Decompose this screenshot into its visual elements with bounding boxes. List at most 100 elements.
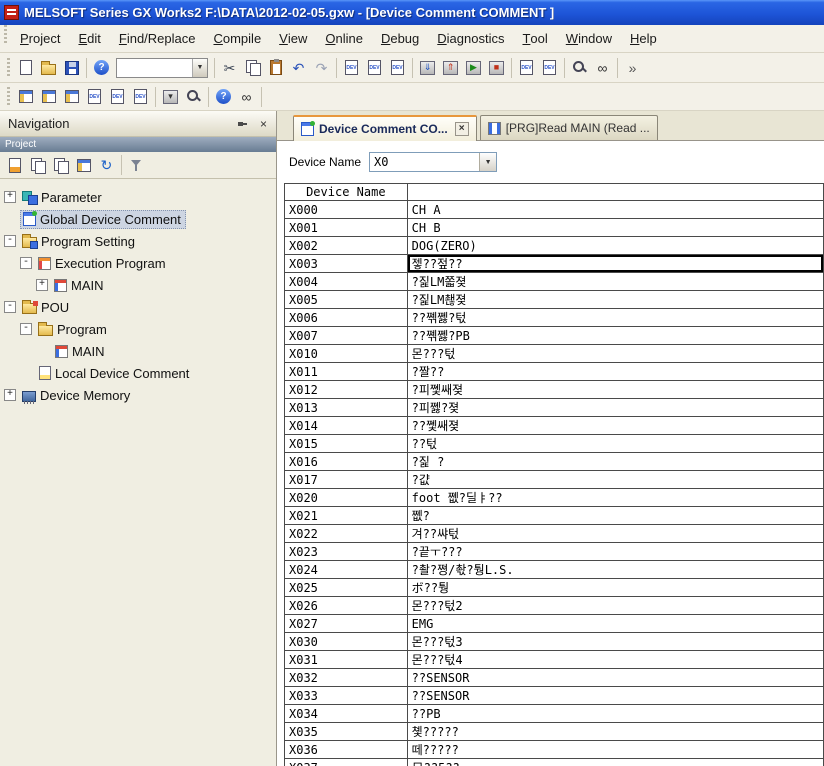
new-project-icon[interactable] xyxy=(14,56,37,79)
comment-cell[interactable]: 겨??쌰턳 xyxy=(407,525,823,543)
device-cell[interactable]: X027 xyxy=(285,615,408,633)
comment-cell[interactable]: ??SENSOR xyxy=(407,687,823,705)
comment-cell[interactable]: ??턳 xyxy=(407,435,823,453)
device-cell[interactable]: X003 xyxy=(285,255,408,273)
device-cell[interactable]: X016 xyxy=(285,453,408,471)
device-cell[interactable]: X007 xyxy=(285,327,408,345)
device-cell[interactable]: X032 xyxy=(285,669,408,687)
write-to-plc-icon[interactable]: ⇑ xyxy=(439,56,462,79)
new-data-icon[interactable] xyxy=(3,154,26,177)
menu-find-replace[interactable]: Find/Replace xyxy=(110,25,205,52)
menu-compile[interactable]: Compile xyxy=(204,25,270,52)
open-project-icon[interactable] xyxy=(37,56,60,79)
toolbar-more-icon[interactable]: » xyxy=(621,56,644,79)
comment-cell[interactable]: ??쪢쪯?PB xyxy=(407,327,823,345)
combo-dropdown-icon[interactable]: ▼ xyxy=(479,153,496,171)
device-cell[interactable]: X013 xyxy=(285,399,408,417)
device-cell[interactable]: X036 xyxy=(285,741,408,759)
comment-cell[interactable]: 몬???턳3 xyxy=(407,633,823,651)
monitor-start-icon[interactable]: ▶ xyxy=(462,56,485,79)
device-cell[interactable]: X024 xyxy=(285,561,408,579)
display-mode-icon[interactable]: ▾ xyxy=(159,85,182,108)
comment-cell[interactable]: ?걊 xyxy=(407,471,823,489)
expand-icon[interactable]: + xyxy=(36,279,48,291)
comment-cell[interactable]: ?피쪷쌔졎 xyxy=(407,381,823,399)
collapse-icon[interactable]: - xyxy=(20,323,32,335)
tree-item-local-device-comment[interactable]: Local Device Comment xyxy=(0,362,276,384)
device-cell[interactable]: X035 xyxy=(285,723,408,741)
device-cell[interactable]: X017 xyxy=(285,471,408,489)
tree-item-main[interactable]: +MAIN xyxy=(0,274,276,296)
device-cell[interactable]: X037 xyxy=(285,759,408,766)
device-cell[interactable]: X030 xyxy=(285,633,408,651)
comment-cell[interactable]: ?끝ㅜ??? xyxy=(407,543,823,561)
comment-cell[interactable]: ?짍LM쵆졎 xyxy=(407,291,823,309)
docking-window-icon[interactable] xyxy=(37,85,60,108)
simulation-start-icon[interactable]: DEV xyxy=(515,56,538,79)
menu-help[interactable]: Help xyxy=(621,25,666,52)
zoom-icon[interactable] xyxy=(568,56,591,79)
comment-cell[interactable]: ?짤?? xyxy=(407,363,823,381)
device-cell[interactable]: X006 xyxy=(285,309,408,327)
device-cell[interactable]: X014 xyxy=(285,417,408,435)
comment-cell[interactable]: CH B xyxy=(407,219,823,237)
device-cell[interactable]: X021 xyxy=(285,507,408,525)
tree-item-program[interactable]: -Program xyxy=(0,318,276,340)
device-display-icon[interactable]: DEV xyxy=(83,85,106,108)
project-window-icon[interactable] xyxy=(14,85,37,108)
device-cell[interactable]: X011 xyxy=(285,363,408,381)
device-cell[interactable]: X002 xyxy=(285,237,408,255)
paste-icon[interactable] xyxy=(264,56,287,79)
comment-cell[interactable]: 몬???턳 xyxy=(407,345,823,363)
close-icon[interactable]: × xyxy=(255,116,272,131)
device-memory-edit-icon[interactable]: DEV xyxy=(363,56,386,79)
comment-cell[interactable]: foot 쪲?딜ㅑ?? xyxy=(407,489,823,507)
comment-cell[interactable]: ?짍 ? xyxy=(407,453,823,471)
comment-cell[interactable]: CH A xyxy=(407,201,823,219)
tree-item-parameter[interactable]: +Parameter xyxy=(0,186,276,208)
comment-cell[interactable]: ?피쪯?졎 xyxy=(407,399,823,417)
device-cell[interactable]: X005 xyxy=(285,291,408,309)
find-icon[interactable]: ∞ xyxy=(591,56,614,79)
comment-cell[interactable]: 몬???턳4 xyxy=(407,651,823,669)
tree-item-execution-program[interactable]: -Execution Program xyxy=(0,252,276,274)
filter-user-icon[interactable] xyxy=(125,154,148,177)
comment-cell[interactable]: ボ??퉝 xyxy=(407,579,823,597)
comment-cell[interactable]: 몬???턳2 xyxy=(407,597,823,615)
pin-icon[interactable] xyxy=(234,116,251,131)
device-cell[interactable]: X031 xyxy=(285,651,408,669)
tree-item-program-setting[interactable]: -Program Setting xyxy=(0,230,276,252)
comment-display-icon[interactable]: DEV xyxy=(106,85,129,108)
device-cell[interactable]: X033 xyxy=(285,687,408,705)
comment-cell[interactable]: 쪲? xyxy=(407,507,823,525)
refresh-view-icon[interactable]: ↻ xyxy=(95,154,118,177)
device-cell[interactable]: X025 xyxy=(285,579,408,597)
comment-cell[interactable]: ??SENSOR xyxy=(407,669,823,687)
device-verify-icon[interactable]: DEV xyxy=(386,56,409,79)
expand-icon[interactable]: + xyxy=(4,191,16,203)
comment-cell[interactable]: ?짍LM쫇졎 xyxy=(407,273,823,291)
comment-cell[interactable]: 日??5?? xyxy=(407,759,823,766)
tree-item-main[interactable]: MAIN xyxy=(0,340,276,362)
function-combo[interactable]: ▼ xyxy=(116,58,208,78)
menu-tool[interactable]: Tool xyxy=(513,25,556,52)
read-from-plc-icon[interactable]: ⇓ xyxy=(416,56,439,79)
monitor-stop-icon[interactable]: ■ xyxy=(485,56,508,79)
dropdown-icon[interactable]: ▼ xyxy=(192,59,207,77)
device-cell[interactable]: X012 xyxy=(285,381,408,399)
menu-window[interactable]: Window xyxy=(557,25,621,52)
expand-all-icon[interactable] xyxy=(72,154,95,177)
redo-icon[interactable]: ↷ xyxy=(310,56,333,79)
comment-cell[interactable]: ??쪢쪯?턳 xyxy=(407,309,823,327)
menu-project[interactable]: Project xyxy=(11,25,69,52)
expand-icon[interactable]: + xyxy=(4,389,16,401)
device-comment-edit-icon[interactable]: DEV xyxy=(340,56,363,79)
menu-debug[interactable]: Debug xyxy=(372,25,428,52)
device-cell[interactable]: X020 xyxy=(285,489,408,507)
tree-item-pou[interactable]: -POU xyxy=(0,296,276,318)
menu-online[interactable]: Online xyxy=(316,25,372,52)
output-window-icon[interactable] xyxy=(60,85,83,108)
copy-icon[interactable] xyxy=(241,56,264,79)
paste-data-icon[interactable] xyxy=(49,154,72,177)
copy-data-icon[interactable] xyxy=(26,154,49,177)
